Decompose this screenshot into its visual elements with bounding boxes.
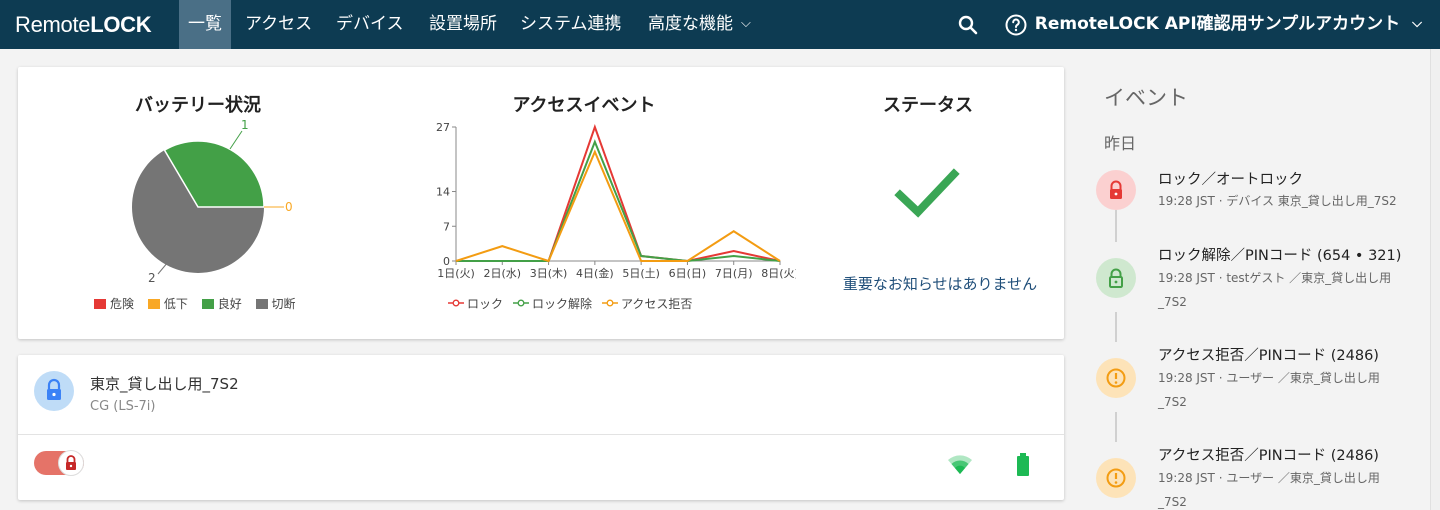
battery-pie-chart: 1 0 2 — [132, 118, 293, 285]
y-tick-label: 27 — [436, 121, 450, 134]
chevron-down-icon: ⌵ — [1412, 16, 1422, 31]
nav-devices[interactable]: デバイス — [327, 0, 413, 49]
x-tick-label: 8日(火) — [761, 267, 796, 280]
scrollbar[interactable] — [1430, 49, 1440, 510]
status-message-link[interactable]: 重要なお知らせはありません — [830, 273, 1050, 294]
x-tick-label: 2日(水) — [483, 267, 521, 280]
warning-icon — [1106, 468, 1126, 488]
lock-icon — [66, 455, 76, 470]
pie-label-disconnected: 2 — [148, 271, 156, 285]
x-tick-label: 5日(土) — [622, 267, 660, 280]
pie-label-low: 0 — [285, 200, 293, 214]
series-line-1 — [456, 139, 781, 263]
event-subtitle: 19:28 JST · ユーザー ／東京_貸し出し用_7S2 — [1158, 471, 1380, 509]
lock-icon — [47, 378, 61, 400]
status-title: ステータス — [883, 95, 973, 116]
events-title: イベント — [1104, 86, 1188, 110]
event-subtitle: 19:28 JST · デバイス 東京_貸し出し用_7S2 — [1158, 194, 1397, 208]
battery-status-title: バッテリー状況 — [135, 95, 261, 116]
legend-label: アクセス拒否 — [621, 297, 693, 311]
event-icon-circle — [1096, 258, 1136, 298]
battery-full-icon — [1017, 453, 1029, 476]
event-title[interactable]: ロック／オートロック — [1158, 168, 1303, 189]
wifi-icon — [948, 455, 972, 474]
event-title[interactable]: ロック解除／PINコード (654 • 321) — [1158, 244, 1401, 265]
access-events-title: アクセスイベント — [512, 95, 656, 116]
event-icon-circle — [1096, 458, 1136, 498]
event-icon-circle — [1096, 358, 1136, 398]
event-title[interactable]: アクセス拒否／PINコード (2486) — [1158, 344, 1379, 365]
timeline-connector — [1115, 312, 1117, 342]
timeline-connector — [1115, 210, 1117, 242]
access-events-line-chart: 0714271日(火) 2日(水) 3日(木) 4日(金) 5日(土) 6日(日) 7日(月… — [436, 121, 796, 280]
nav-advanced-label: 高度な機能 — [648, 14, 733, 34]
dashboard-summary-card: バッテリー状況 1 0 2 危険 低下 良好 切断 アクセスイベント 0 7 14 2… — [18, 67, 1064, 339]
warning-icon — [1106, 368, 1126, 388]
legend-item-disconnected: 切断 — [255, 297, 296, 311]
toggle-knob — [58, 450, 84, 476]
legend-label: ロック — [467, 297, 504, 311]
search-icon[interactable] — [956, 13, 980, 37]
x-tick-label: 3日(木) — [530, 267, 568, 280]
battery-legend: 危険 低下 良好 切断 — [94, 295, 306, 312]
legend-item-series-2[interactable]: アクセス拒否 — [602, 297, 692, 311]
series-line-0 — [456, 123, 781, 263]
account-name: RemoteLOCK API確認用サンプルアカウント — [1034, 14, 1401, 34]
nav-overview[interactable]: 一覧 — [179, 0, 231, 49]
logo[interactable]: RemoteLOCK — [15, 12, 152, 38]
device-lock-avatar — [34, 371, 74, 411]
legend-item-series-1[interactable]: ロック解除 — [513, 297, 592, 311]
nav-advanced[interactable]: 高度な機能 ⌵ — [639, 0, 760, 49]
event-subtitle: 19:28 JST · ユーザー ／東京_貸し出し用_7S2 — [1158, 371, 1380, 409]
access-events-legend: ロック ロック解除 アクセス拒否 — [448, 295, 702, 312]
legend-item-danger: 危険 — [94, 297, 134, 311]
x-tick-label: 7日(月) — [715, 267, 753, 280]
timeline-connector — [1115, 412, 1117, 442]
pie-label-good: 1 — [241, 118, 249, 132]
legend-item-low: 低下 — [147, 297, 188, 311]
divider — [18, 434, 1064, 435]
event-subtitle: 19:28 JST · testゲスト ／東京_貸し出し用_7S2 — [1158, 271, 1392, 309]
legend-item-series-0[interactable]: ロック — [448, 297, 503, 311]
account-menu[interactable]: RemoteLOCK API確認用サンプルアカウント ⌵ — [1035, 0, 1422, 49]
x-tick-label: 4日(金) — [576, 266, 614, 280]
nav-access[interactable]: アクセス — [236, 0, 321, 49]
y-tick-label: 7 — [443, 220, 450, 233]
device-card[interactable]: 東京_貸し出し用_7S2 CG (LS-7i) — [18, 355, 1064, 500]
lock-toggle[interactable] — [34, 450, 84, 476]
chevron-down-icon: ⌵ — [741, 16, 751, 31]
unlock-icon — [1109, 268, 1123, 288]
device-model: CG (LS-7i) — [90, 399, 156, 414]
nav-integrations[interactable]: システム連携 — [511, 0, 631, 49]
nav-locations[interactable]: 設置場所 — [420, 0, 506, 49]
series-line-2 — [455, 149, 781, 263]
pie-label-line-good — [229, 130, 243, 150]
event-title[interactable]: アクセス拒否／PINコード (2486) — [1158, 444, 1379, 465]
legend-item-good: 良好 — [201, 297, 242, 311]
top-navigation-bar: RemoteLOCK 一覧 アクセス デバイス 設置場所 システム連携 高度な機… — [0, 0, 1440, 49]
logo-text-remote: Remote — [15, 12, 91, 37]
device-name[interactable]: 東京_貸し出し用_7S2 — [90, 373, 239, 394]
checkmark-icon — [894, 168, 960, 218]
x-tick-label: 6日(日) — [669, 267, 707, 280]
help-icon[interactable] — [1004, 13, 1028, 37]
x-tick-label: 1日(火) — [437, 267, 475, 280]
legend-label: ロック解除 — [532, 297, 593, 311]
event-icon-circle — [1096, 170, 1136, 210]
pie-label-line-disconnected — [157, 261, 169, 275]
logo-text-lock: LOCK — [90, 12, 152, 37]
y-tick-label: 14 — [436, 186, 450, 199]
lock-icon — [1110, 180, 1122, 199]
events-day-label: 昨日 — [1104, 134, 1137, 153]
